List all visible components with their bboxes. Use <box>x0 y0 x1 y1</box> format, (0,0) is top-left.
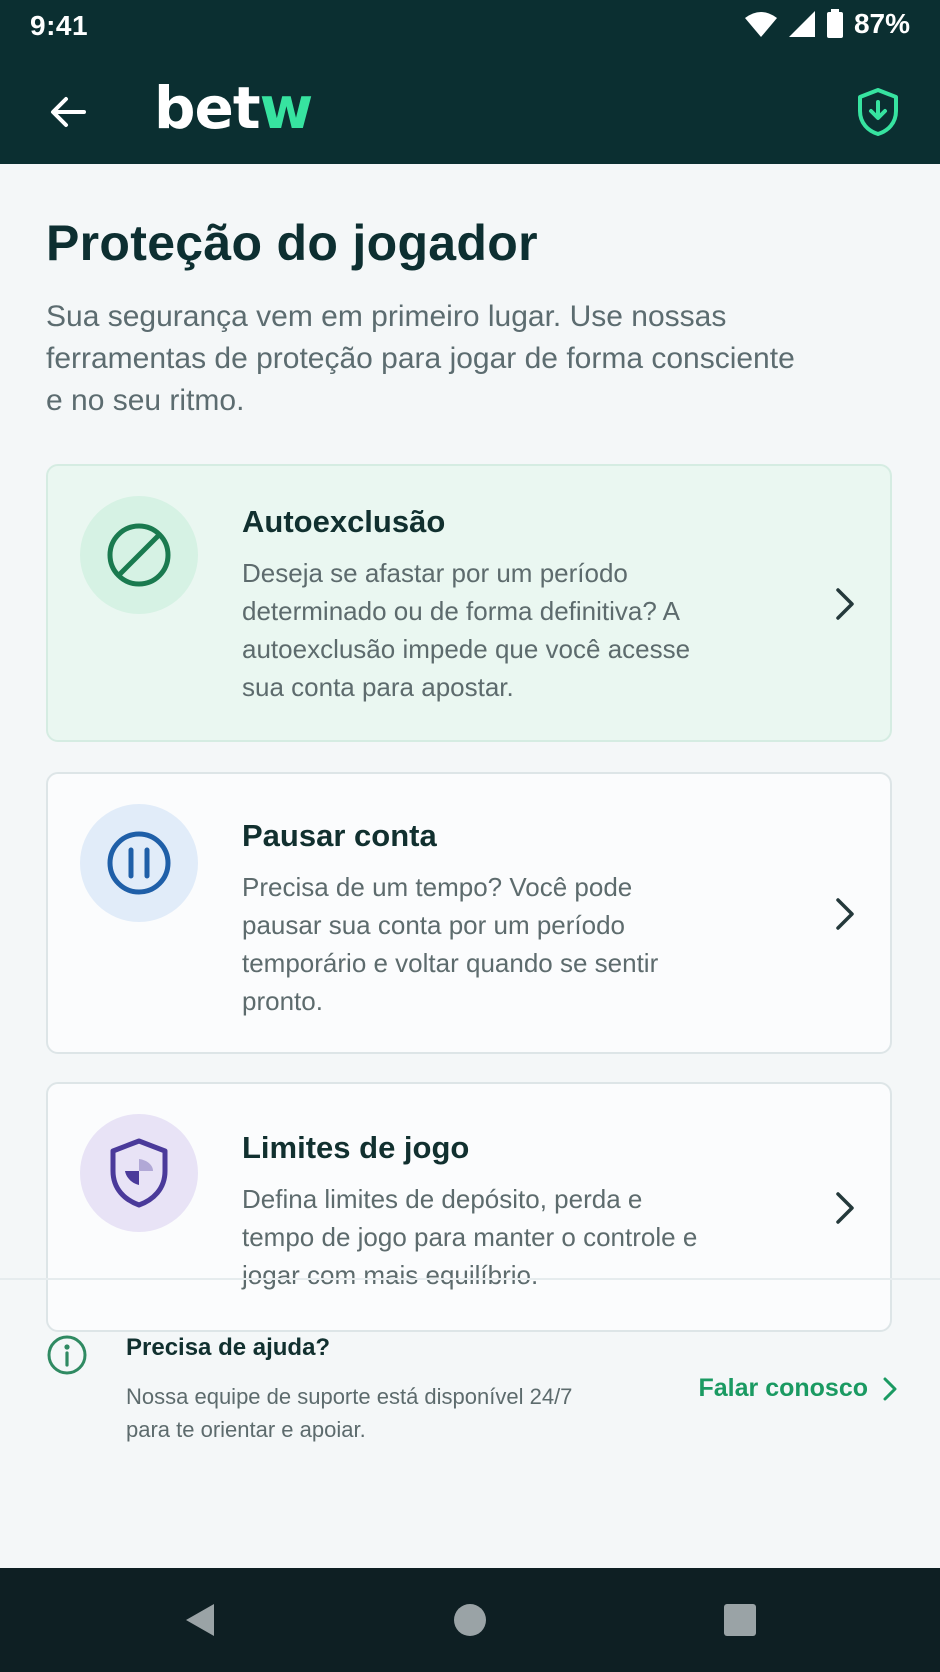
app-header: betw <box>0 56 940 164</box>
card-title: Autoexclusão <box>242 504 446 539</box>
status-bar: 9:41 87% <box>0 0 940 56</box>
battery-percentage: 87% <box>853 8 910 39</box>
nav-back-button[interactable] <box>178 1598 222 1642</box>
shield-check-icon <box>858 88 898 136</box>
status-time: 9:41 <box>30 10 89 41</box>
card-description: Defina limites de depósito, perda e temp… <box>242 1184 698 1290</box>
nav-home-button[interactable] <box>448 1598 492 1642</box>
page-title: Proteção do jogador <box>46 215 538 271</box>
logo-accent-text: w <box>259 74 314 142</box>
system-nav-bar <box>0 1568 940 1672</box>
card-title: Pausar conta <box>242 818 437 853</box>
divider <box>0 1278 940 1280</box>
chevron-right-icon <box>883 1377 897 1400</box>
shield-icon-badge <box>80 1114 198 1232</box>
help-text: Nossa equipe de suporte está disponível … <box>126 1384 573 1442</box>
info-icon <box>47 1335 87 1375</box>
protection-shield-button[interactable] <box>850 82 906 142</box>
main-content: Proteção do jogador Sua segurança vem em… <box>0 164 940 1568</box>
triangle-back-icon <box>186 1604 214 1636</box>
back-button[interactable] <box>40 84 96 140</box>
help-title: Precisa de ajuda? <box>126 1334 331 1361</box>
chevron-right-icon <box>830 894 860 934</box>
pause-icon <box>107 831 171 895</box>
self-exclusion-card[interactable]: Autoexclusão Deseja se afastar por um pe… <box>46 464 892 742</box>
logo-main-text: bet <box>154 74 261 142</box>
contact-us-label: Falar conosco <box>698 1374 869 1402</box>
page-subtitle: Sua segurança vem em primeiro lugar. Use… <box>46 300 795 417</box>
battery-icon <box>826 9 843 38</box>
help-section: Precisa de ajuda? Nossa equipe de suport… <box>0 1278 940 1482</box>
square-recents-icon <box>724 1604 756 1636</box>
nav-recents-button[interactable] <box>718 1598 762 1642</box>
pause-icon-badge <box>80 804 198 922</box>
card-description: Deseja se afastar por um período determi… <box>242 558 691 702</box>
card-title: Limites de jogo <box>242 1130 470 1165</box>
status-icons: 87% <box>744 8 910 40</box>
pause-account-card[interactable]: Pausar conta Precisa de um tempo? Você p… <box>46 772 892 1054</box>
wifi-icon <box>744 12 777 37</box>
chevron-right-icon <box>830 584 860 624</box>
arrow-left-icon <box>51 97 86 127</box>
shield-icon <box>110 1138 168 1208</box>
chevron-right-icon <box>830 1188 860 1228</box>
circle-home-icon <box>454 1604 486 1636</box>
ban-icon-badge <box>80 496 198 614</box>
ban-icon <box>107 523 171 587</box>
card-description: Precisa de um tempo? Você pode pausar su… <box>242 872 659 1016</box>
signal-icon <box>788 11 815 37</box>
brand-logo: betw <box>154 74 314 142</box>
contact-us-link[interactable]: Falar conosco <box>699 1374 899 1403</box>
